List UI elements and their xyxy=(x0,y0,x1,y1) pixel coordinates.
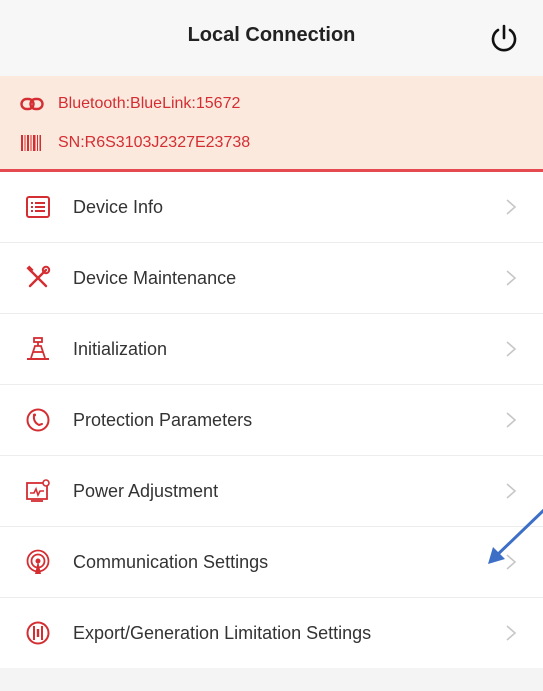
device-info-icon xyxy=(24,193,52,221)
menu-item-protection-parameters[interactable]: Protection Parameters xyxy=(0,384,543,455)
menu-item-label: Export/Generation Limitation Settings xyxy=(73,622,372,643)
menu-item-initialization[interactable]: Initialization xyxy=(0,313,543,384)
chevron-right-icon xyxy=(506,412,517,428)
menu-item-export-generation-limitation[interactable]: Export/Generation Limitation Settings xyxy=(0,597,543,668)
chevron-right-icon xyxy=(506,554,517,570)
serial-text: SN:R6S3103J2327E23738 xyxy=(58,134,251,151)
menu-item-label: Initialization xyxy=(73,338,168,359)
menu-item-label: Power Adjustment xyxy=(73,480,219,501)
menu-item-device-info[interactable]: Device Info xyxy=(0,172,543,242)
power-adjustment-icon xyxy=(24,477,52,505)
app-header: Local Connection xyxy=(0,0,543,76)
link-icon xyxy=(20,94,46,114)
barcode-icon xyxy=(20,133,46,153)
communication-icon xyxy=(24,548,52,576)
page-title: Local Connection xyxy=(187,24,356,46)
chevron-right-icon xyxy=(506,625,517,641)
initialization-icon xyxy=(24,335,52,363)
menu-item-label: Communication Settings xyxy=(73,551,269,572)
menu-item-power-adjustment[interactable]: Power Adjustment xyxy=(0,455,543,526)
menu-item-label: Device Info xyxy=(73,196,164,217)
power-icon xyxy=(491,24,517,52)
bluetooth-row: Bluetooth:BlueLink:15672 xyxy=(20,94,240,114)
export-limitation-icon xyxy=(24,619,52,647)
chevron-right-icon xyxy=(506,270,517,286)
protection-icon xyxy=(24,406,52,434)
settings-menu: Device Info Device Maintenance Initializ… xyxy=(0,172,543,668)
chevron-right-icon xyxy=(506,199,517,215)
chevron-right-icon xyxy=(506,483,517,499)
menu-item-device-maintenance[interactable]: Device Maintenance xyxy=(0,242,543,313)
menu-item-label: Device Maintenance xyxy=(73,267,237,288)
menu-item-label: Protection Parameters xyxy=(73,409,253,430)
menu-item-communication-settings[interactable]: Communication Settings xyxy=(0,526,543,597)
maintenance-tools-icon xyxy=(24,264,52,292)
connection-banner: Bluetooth:BlueLink:15672 SN:R6S3103J2327… xyxy=(0,76,543,172)
bluetooth-text: Bluetooth:BlueLink:15672 xyxy=(58,95,241,112)
chevron-right-icon xyxy=(506,341,517,357)
power-button[interactable] xyxy=(484,22,524,56)
serial-row: SN:R6S3103J2327E23738 xyxy=(20,133,250,153)
